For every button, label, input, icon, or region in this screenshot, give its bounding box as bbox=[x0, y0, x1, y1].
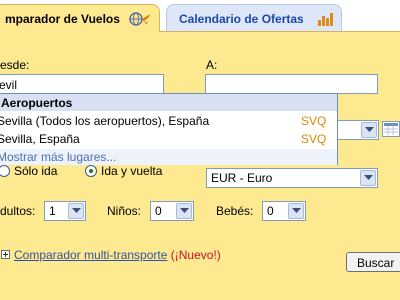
suggestion-city: Sevilla, España bbox=[0, 132, 80, 146]
bebes-value: 0 bbox=[267, 204, 274, 218]
suggestion-city: Sevilla (Todos los aeropuertos), España bbox=[0, 114, 210, 128]
adultos-label: dultos: bbox=[0, 204, 36, 218]
tab-label: Calendario de Ofertas bbox=[179, 12, 304, 26]
search-button-label: Buscar bbox=[357, 256, 395, 270]
expand-plus-icon[interactable] bbox=[1, 250, 10, 259]
tab-comparador-de-vuelos[interactable]: mparador de Vuelos bbox=[0, 4, 160, 32]
adultos-select[interactable]: 1 bbox=[44, 201, 86, 221]
tab-label: mparador de Vuelos bbox=[5, 12, 120, 26]
bar-chart-icon bbox=[317, 12, 333, 29]
currency-value: EUR - Euro bbox=[211, 171, 273, 185]
multi-transport-link[interactable]: Comparador multi-transporte bbox=[14, 248, 167, 262]
ninos-label: Niños: bbox=[107, 204, 142, 218]
chevron-down-icon bbox=[360, 170, 376, 186]
suggestion-item[interactable]: Sevilla, España SVQ bbox=[0, 130, 337, 148]
tab-calendario-de-ofertas[interactable]: Calendario de Ofertas bbox=[166, 4, 342, 32]
chevron-down-icon bbox=[361, 122, 377, 138]
desde-input[interactable] bbox=[0, 74, 164, 94]
currency-select[interactable]: EUR - Euro bbox=[206, 168, 378, 188]
chevron-down-icon bbox=[176, 203, 192, 219]
return-date-select[interactable] bbox=[336, 120, 379, 140]
tab-bar: mparador de Vuelos Calendario de Ofertas bbox=[0, 0, 400, 32]
adultos-value: 1 bbox=[49, 204, 56, 218]
suggestions-header: Aeropuertos bbox=[0, 94, 337, 111]
suggestion-code: SVQ bbox=[301, 132, 327, 146]
ida-y-vuelta-label: Ida y vuelta bbox=[101, 164, 163, 178]
chevron-down-icon bbox=[68, 203, 84, 219]
a-input[interactable] bbox=[205, 74, 378, 94]
calendar-icon[interactable] bbox=[382, 121, 400, 137]
new-badge: (¡Nuevo!) bbox=[170, 248, 221, 262]
multi-transport-row: Comparador multi-transporte (¡Nuevo!) bbox=[14, 248, 221, 262]
desde-label: esde: bbox=[0, 58, 30, 72]
a-label: A: bbox=[206, 58, 218, 72]
airport-suggestions-dropdown: Aeropuertos Sevilla (Todos los aeropuert… bbox=[0, 93, 338, 165]
chevron-down-icon bbox=[288, 203, 304, 219]
suggestion-item[interactable]: Sevilla (Todos los aeropuertos), España … bbox=[0, 112, 337, 130]
bebes-label: Bebés: bbox=[216, 204, 254, 218]
ninos-select[interactable]: 0 bbox=[150, 201, 194, 221]
bebes-select[interactable]: 0 bbox=[262, 201, 306, 221]
plane-globe-icon bbox=[127, 11, 151, 30]
solo-ida-label: Sólo ida bbox=[14, 164, 58, 178]
search-button[interactable]: Buscar bbox=[346, 252, 400, 272]
ida-y-vuelta-radio[interactable] bbox=[85, 165, 97, 177]
suggestion-code: SVQ bbox=[301, 114, 327, 128]
show-more-places-link[interactable]: Mostrar más lugares... bbox=[0, 149, 337, 165]
ninos-value: 0 bbox=[155, 204, 162, 218]
